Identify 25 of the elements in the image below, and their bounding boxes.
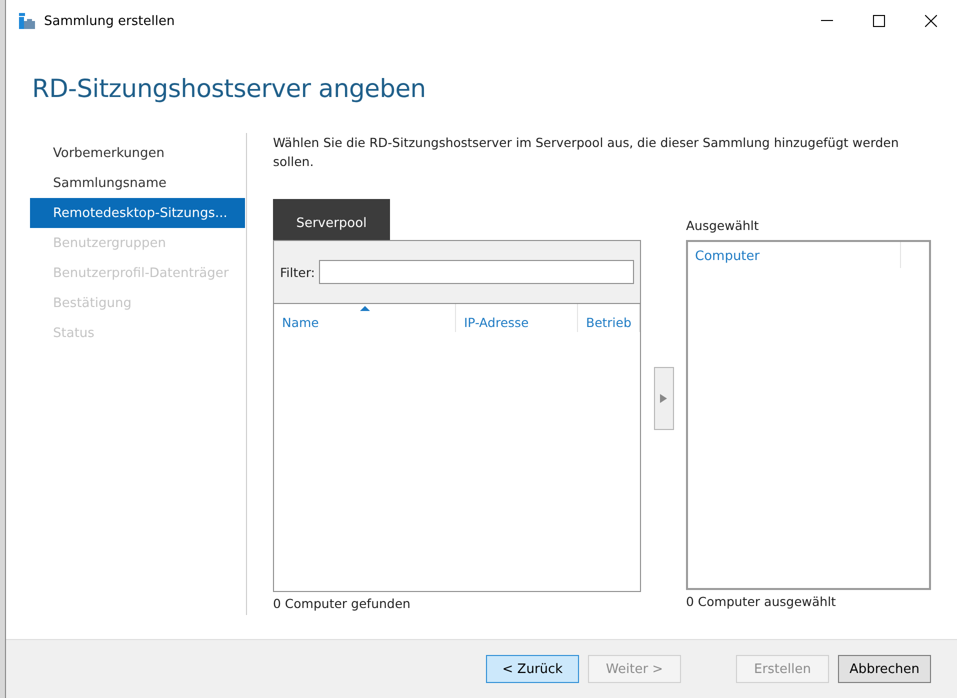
column-header[interactable]: Betrieb — [578, 304, 640, 332]
selected-label: Ausgewählt — [686, 217, 760, 235]
server-icon — [18, 12, 36, 30]
found-count: 0 Computer gefunden — [273, 596, 412, 611]
instruction-text: Wählen Sie die RD-Sitzungshostserver im Serverpool aus, die dieser Sammlung hinzugefügt werden sollen. — [273, 134, 900, 171]
column-header[interactable]: IP-Adresse — [456, 304, 578, 332]
sidebar-item[interactable]: Vorbemerkungen — [30, 138, 245, 168]
sidebar-item[interactable]: Remotedesktop-Sitzungs... — [30, 198, 245, 228]
dialog-button[interactable]: Abbrechen — [838, 655, 931, 683]
sort-arrow-icon — [360, 306, 370, 311]
maximize-icon — [873, 15, 885, 27]
sidebar-item[interactable]: Sammlungsname — [30, 168, 245, 198]
column-header[interactable]: Name — [274, 304, 456, 332]
page-heading: RD-Sitzungshostserver angeben — [32, 74, 427, 103]
column-header[interactable]: Computer — [688, 242, 901, 268]
tab[interactable]: Serverpool — [273, 199, 390, 240]
play-arrow-icon — [660, 394, 667, 403]
selected-count: 0 Computer ausgewählt — [686, 594, 837, 609]
window-title: Sammlung erstellen — [44, 14, 176, 28]
filter-field[interactable] — [318, 260, 634, 284]
add-button[interactable] — [654, 367, 674, 430]
filter-label: Filter: — [280, 264, 315, 280]
dialog-button[interactable]: < Zurück — [486, 655, 579, 683]
minimize-icon — [821, 20, 833, 22]
close-icon — [925, 15, 937, 27]
